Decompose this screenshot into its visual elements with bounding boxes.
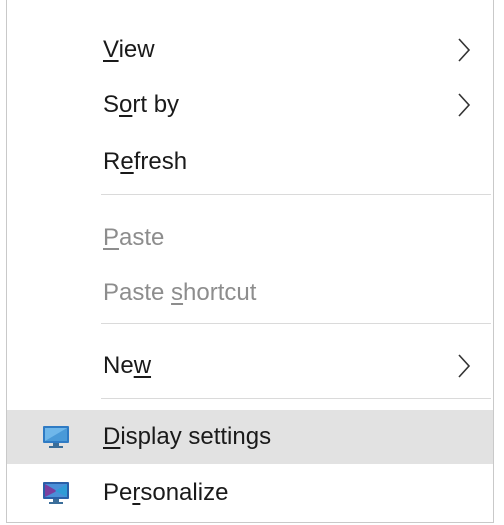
menu-item-label: Display settings	[103, 423, 272, 450]
menu-item-label: New	[103, 352, 152, 379]
menu-item-label: Paste	[103, 224, 165, 251]
personalize-icon	[41, 479, 71, 507]
menu-item-refresh[interactable]: Refresh	[7, 137, 493, 187]
menu-item-label: Sort by	[103, 91, 180, 118]
chevron-right-icon	[457, 91, 471, 119]
menu-item-personalize[interactable]: Personalize	[7, 467, 493, 519]
menu-separator	[101, 323, 491, 324]
menu-item-paste: Paste	[7, 213, 493, 263]
menu-item-view[interactable]: View	[7, 25, 493, 75]
menu-item-new[interactable]: New	[7, 341, 493, 391]
menu-item-display-settings[interactable]: Display settings	[7, 410, 493, 464]
menu-item-paste-shortcut: Paste shortcut	[7, 268, 493, 318]
menu-separator	[101, 398, 491, 399]
menu-item-label: Personalize	[103, 479, 229, 506]
desktop-context-menu: View Sort by Refresh Paste Paste shortcu…	[6, 0, 494, 523]
menu-item-label: Refresh	[103, 148, 188, 175]
menu-item-label: Paste shortcut	[103, 279, 257, 306]
menu-item-sort-by[interactable]: Sort by	[7, 80, 493, 130]
chevron-right-icon	[457, 36, 471, 64]
chevron-right-icon	[457, 352, 471, 380]
menu-item-label: View	[103, 36, 155, 63]
monitor-icon	[41, 423, 71, 451]
menu-separator	[101, 194, 491, 195]
